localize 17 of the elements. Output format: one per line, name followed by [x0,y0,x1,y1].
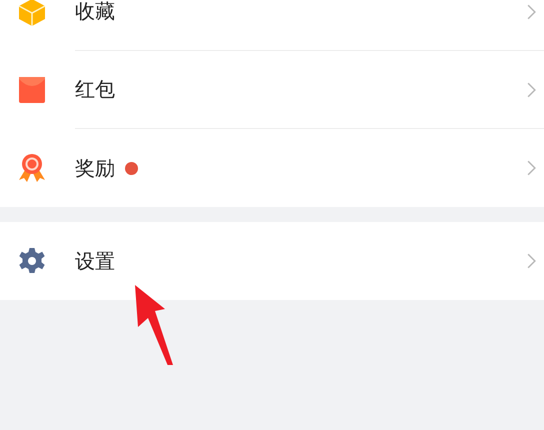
settings-icon [17,246,47,276]
menu-item[interactable]: 奖励 [0,129,544,207]
menu-item[interactable]: 收藏 [0,0,544,51]
chevron-icon [527,82,536,98]
menu-item[interactable]: 红包 [0,51,544,129]
chevron-icon [527,160,536,176]
chevron-icon [527,253,536,269]
medal-icon [17,153,47,183]
arrow-icon [135,285,175,365]
menu-label: 收藏 [75,0,115,25]
menu-label: 红包 [75,76,115,103]
menu-label: 奖励 [75,154,115,182]
box-icon [17,0,47,27]
menu-item[interactable]: 设置 [0,222,544,300]
menu-label: 设置 [75,248,115,274]
envelope-icon [17,75,47,105]
chevron-icon [527,4,536,20]
